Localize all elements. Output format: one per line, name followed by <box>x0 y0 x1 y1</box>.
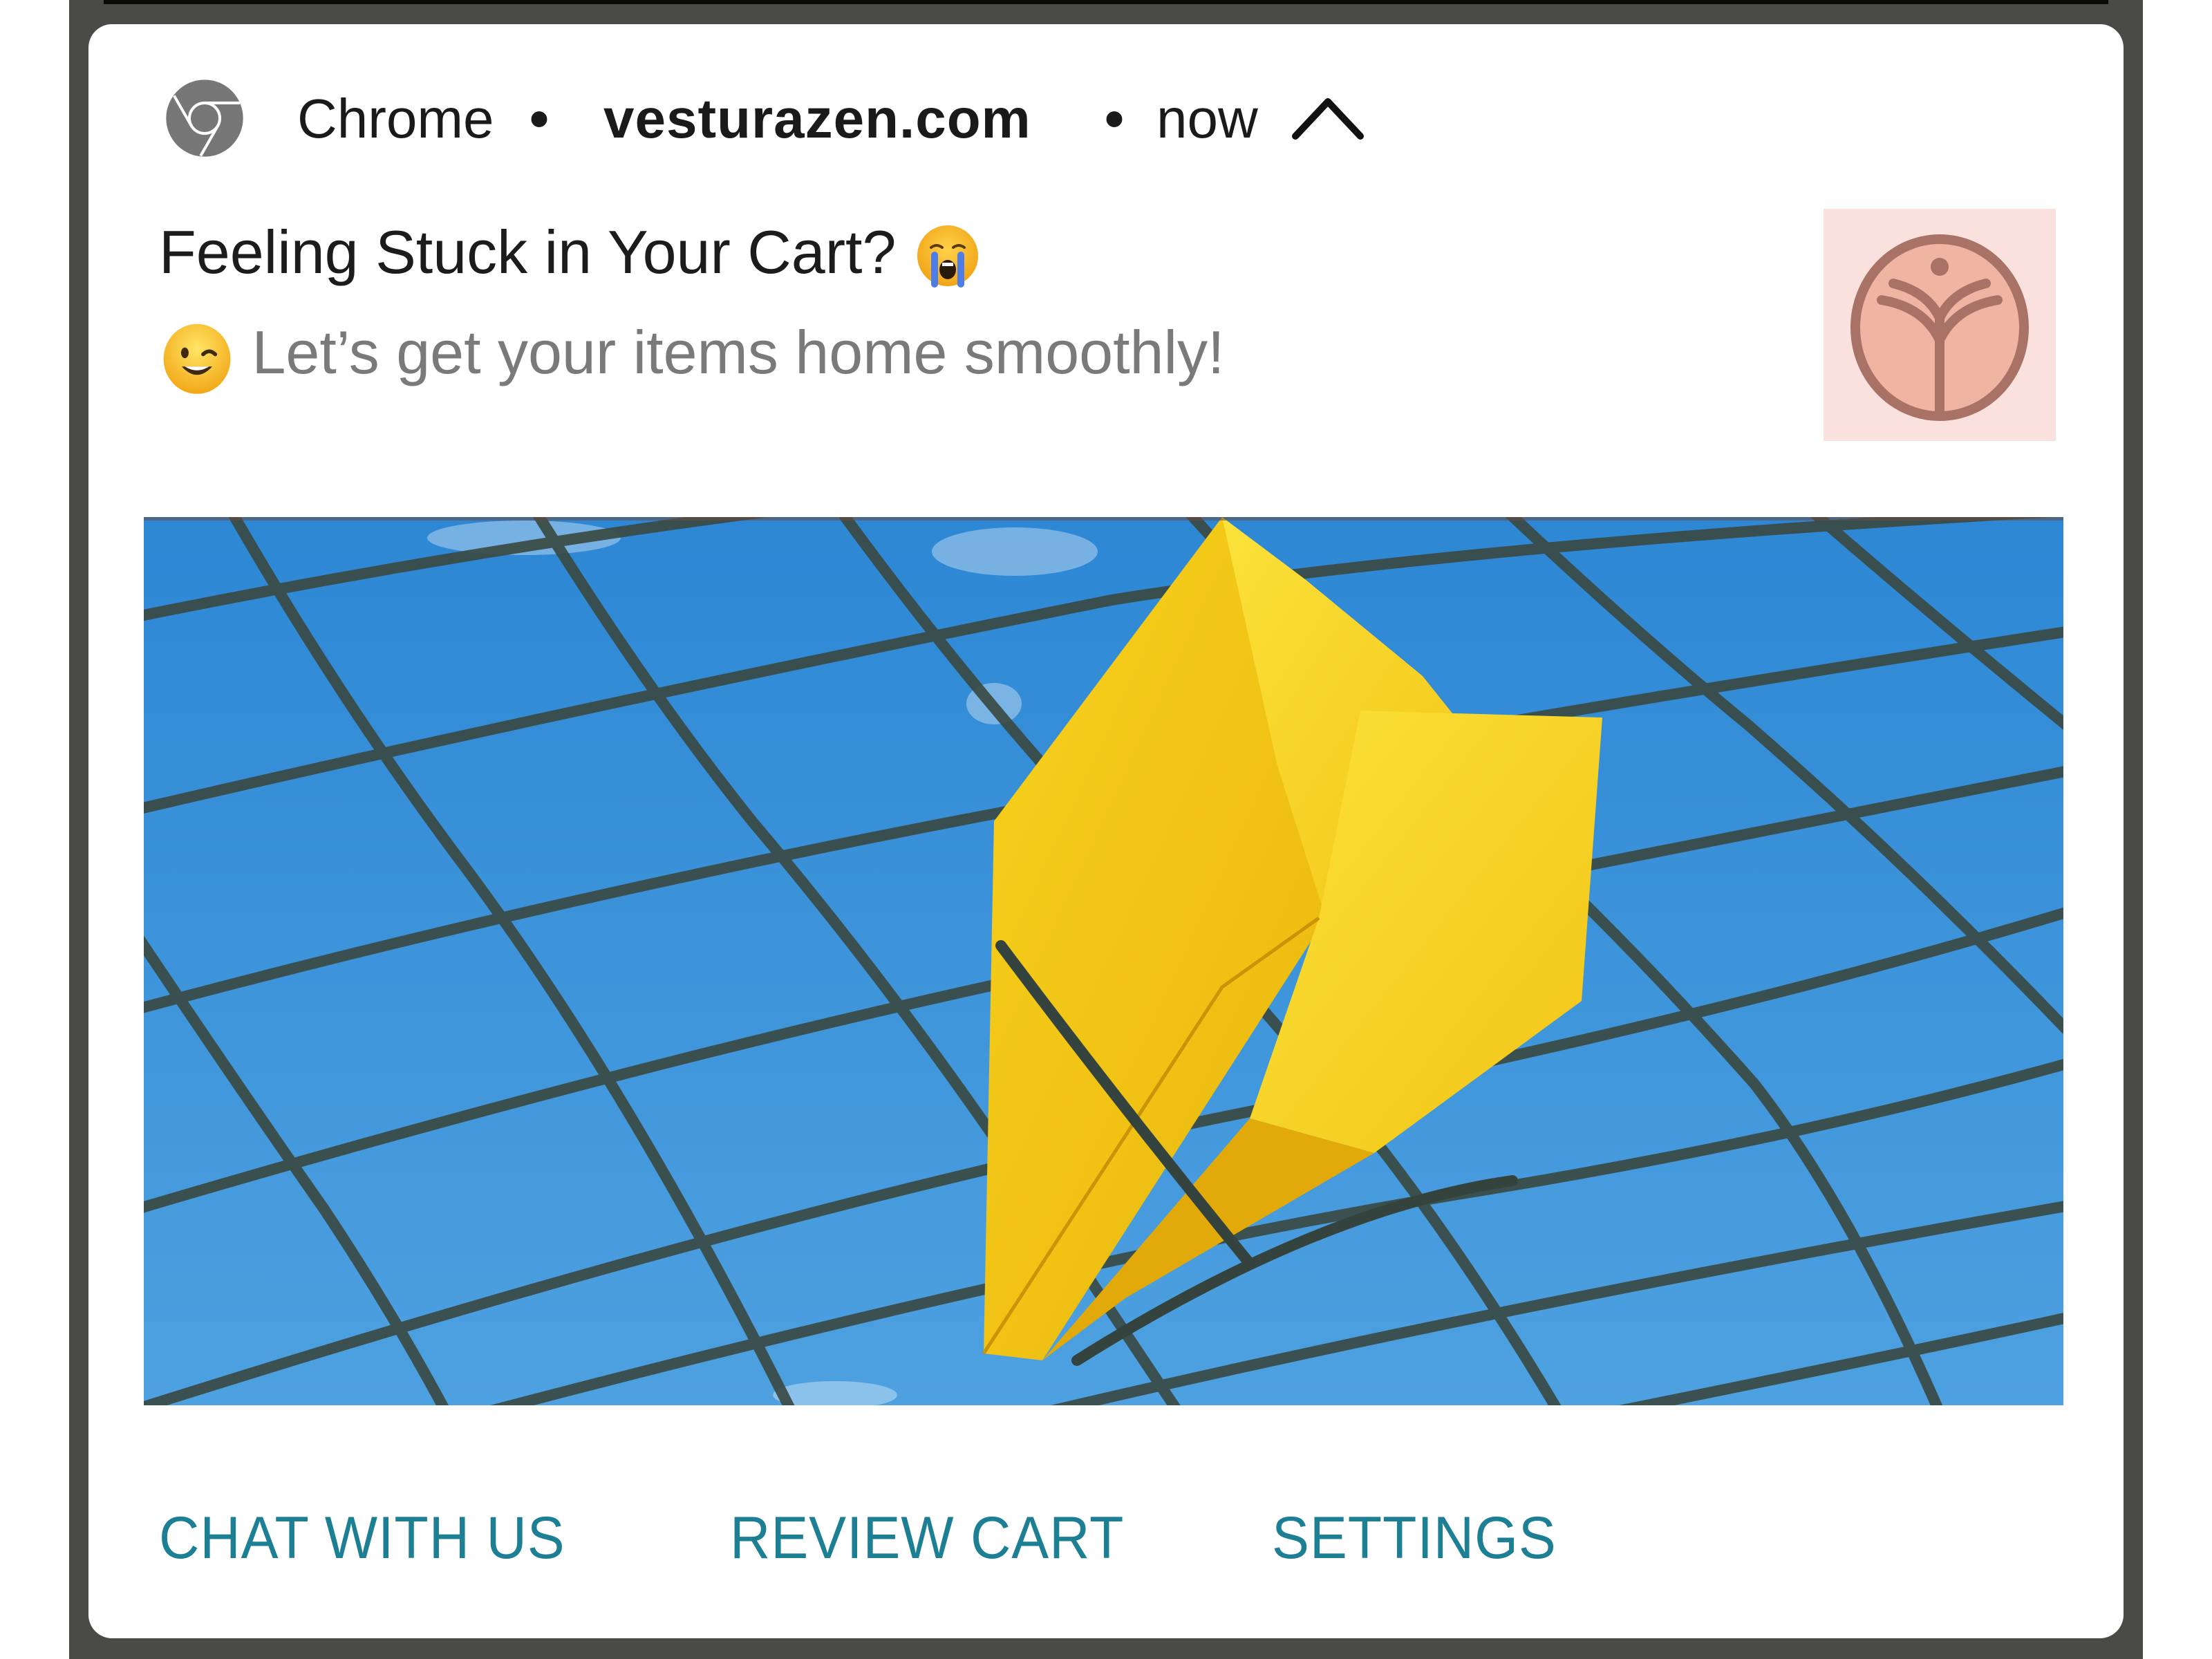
body-text: Let’s get your items home smoothly! <box>252 318 1225 386</box>
header-separator: • <box>529 88 550 149</box>
status-bar-edge <box>104 0 2108 4</box>
settings-button[interactable]: SETTINGS <box>1272 1503 1557 1573</box>
notification-title: Feeling Stuck in Your Cart? <box>159 218 982 292</box>
chrome-icon <box>166 79 243 157</box>
notification-actions: CHAT WITH US REVIEW CART SETTINGS <box>88 1483 2124 1593</box>
brand-logo <box>1824 209 2056 441</box>
notification-header: Chrome • vesturazen.com • now <box>88 24 2124 204</box>
notification-card[interactable]: Chrome • vesturazen.com • now Feeling St… <box>88 24 2124 1638</box>
brand-logo-tree-icon <box>1850 234 2029 421</box>
image-edge <box>144 517 2063 521</box>
chat-with-us-button[interactable]: CHAT WITH US <box>159 1503 565 1573</box>
site-name: vesturazen.com <box>603 88 1031 149</box>
hero-image <box>144 517 2063 1405</box>
app-name: Chrome <box>297 88 494 149</box>
loudly-crying-face-icon <box>917 225 978 288</box>
chevron-up-icon[interactable] <box>1290 93 1366 142</box>
review-cart-button[interactable]: REVIEW CART <box>730 1503 1124 1573</box>
chain-link-fence-photo <box>144 517 2063 1405</box>
notification-time: now <box>1156 88 1258 149</box>
header-separator: • <box>1105 88 1125 149</box>
title-text: Feeling Stuck in Your Cart? <box>159 218 897 286</box>
notification-body: Let’s get your items home smoothly! <box>159 315 1224 395</box>
winking-face-icon <box>163 324 231 394</box>
